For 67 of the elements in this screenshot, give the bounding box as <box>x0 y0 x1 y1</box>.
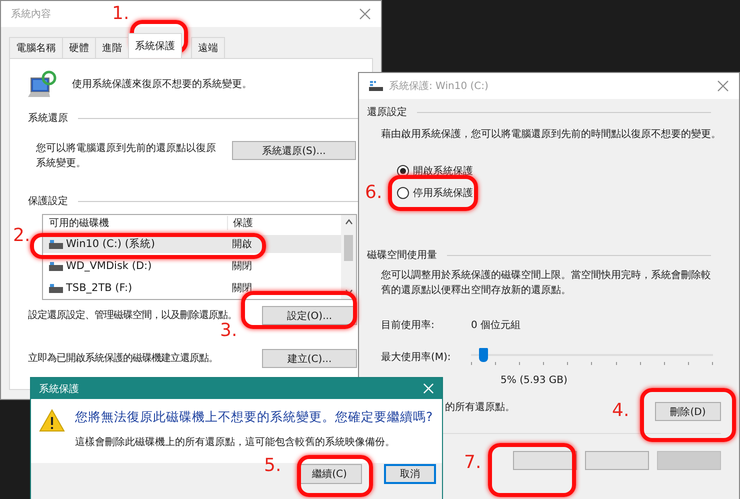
scrollbar[interactable] <box>341 215 356 299</box>
drive-icon <box>369 81 383 91</box>
dialog-title: 系統保護 <box>39 382 79 396</box>
computer-icon <box>28 69 58 99</box>
drive-name: WD_VMDisk (D:) <box>66 260 152 272</box>
radio-label: 停用系統保護 <box>413 186 473 200</box>
current-usage-value: 0 個位元組 <box>471 319 521 333</box>
section-heading: 還原設定 <box>367 106 407 119</box>
protection-status: 關閉 <box>231 260 252 273</box>
close-icon[interactable] <box>717 80 729 92</box>
drive-row[interactable]: Win10 (C:) (系統) 開啟 <box>43 235 341 253</box>
drive-row[interactable]: WD_VMDisk (D:) 關閉 <box>43 257 341 275</box>
drive-row[interactable]: TSB_2TB (F:) 關閉 <box>43 279 341 297</box>
drive-icon <box>49 262 63 270</box>
intro-text: 使用系統保護來復原不想要的系統變更。 <box>72 78 252 92</box>
tab[interactable]: 遠端 <box>191 37 225 58</box>
tab[interactable]: 系統保護 <box>128 33 182 58</box>
slider-thumb[interactable] <box>479 348 488 362</box>
tab[interactable]: 電腦名稱 <box>9 37 63 58</box>
step-number: 1. <box>112 4 130 24</box>
window-title: 系統內容 <box>11 8 51 21</box>
column-header[interactable]: 保護 <box>227 216 253 230</box>
column-header[interactable]: 可用的磁碟機 <box>43 216 227 230</box>
radio-option[interactable]: 開啟系統保護 <box>397 164 721 178</box>
radio-option[interactable]: 停用系統保護 <box>397 186 721 200</box>
configure-description: 設定還原設定、管理磁碟空間，以及刪除還原點。 <box>28 308 237 322</box>
step-number: 3. <box>220 321 238 341</box>
dialog-button[interactable]: 取消 <box>384 464 436 484</box>
create-button[interactable]: 建立(C)... <box>262 349 357 368</box>
dialog-detail: 這樣會刪除此磁碟機上的所有還原點，這可能包含較舊的系統映像備份。 <box>75 436 396 449</box>
step-number: 4. <box>612 401 630 421</box>
delete-button[interactable]: 刪除(D) <box>655 402 721 421</box>
restore-description: 藉由啟用系統保護，您可以將電腦還原到先前的時間點以復原不想要的變更。 <box>380 128 721 142</box>
max-usage-value: 5% (5.93 GB) <box>500 374 568 388</box>
drive-icon <box>49 284 63 292</box>
dialog-message: 您將無法復原此磁碟機上不想要的系統變更。您確定要繼續嗎? <box>75 409 433 426</box>
section-heading: 系統還原 <box>28 112 68 125</box>
usage-description: 您可以調整用於系統保護的磁碟空間上限。當空間快用完時，系統會刪除較舊的還原點以便釋出空間存放新的還原點。 <box>380 268 711 298</box>
max-usage-slider[interactable] <box>471 347 713 367</box>
scroll-up-icon[interactable] <box>344 219 352 225</box>
create-description: 立即為已開啟系統保護的磁碟機建立還原點。 <box>28 352 218 366</box>
scroll-down-icon[interactable] <box>344 289 352 295</box>
max-usage-label: 最大使用率(M): <box>381 350 452 364</box>
restore-description: 您可以將電腦還原到先前的還原點以復原系統變更。 <box>36 142 217 171</box>
highlight-ring <box>130 20 188 54</box>
drive-name: Win10 (C:) (系統) <box>66 237 156 251</box>
configure-button[interactable]: 設定(O)... <box>262 306 357 325</box>
current-usage-label: 目前使用率: <box>381 318 436 333</box>
system-restore-button[interactable]: 系統還原(S)... <box>232 141 356 160</box>
close-icon[interactable] <box>359 8 371 20</box>
warning-icon <box>39 409 65 432</box>
drive-name: TSB_2TB (F:) <box>66 282 132 294</box>
step-number: 6. <box>365 183 382 203</box>
drive-icon <box>49 240 63 248</box>
ok-button[interactable] <box>513 451 577 470</box>
section-heading: 磁碟空間使用量 <box>367 248 437 262</box>
protection-status: 開啟 <box>231 238 252 251</box>
radio-button[interactable] <box>397 187 409 199</box>
delete-description: 的所有還原點。 <box>445 400 515 415</box>
window-title: 系統保護: Win10 (C:) <box>389 80 488 93</box>
radio-label: 開啟系統保護 <box>413 164 473 178</box>
protection-status: 關閉 <box>231 282 252 295</box>
step-number: 5. <box>264 456 282 476</box>
scrollbar-thumb[interactable] <box>344 235 353 261</box>
step-number: 7. <box>464 453 482 473</box>
step-number: 2. <box>13 226 30 246</box>
section-heading: 保護設定 <box>28 194 68 208</box>
